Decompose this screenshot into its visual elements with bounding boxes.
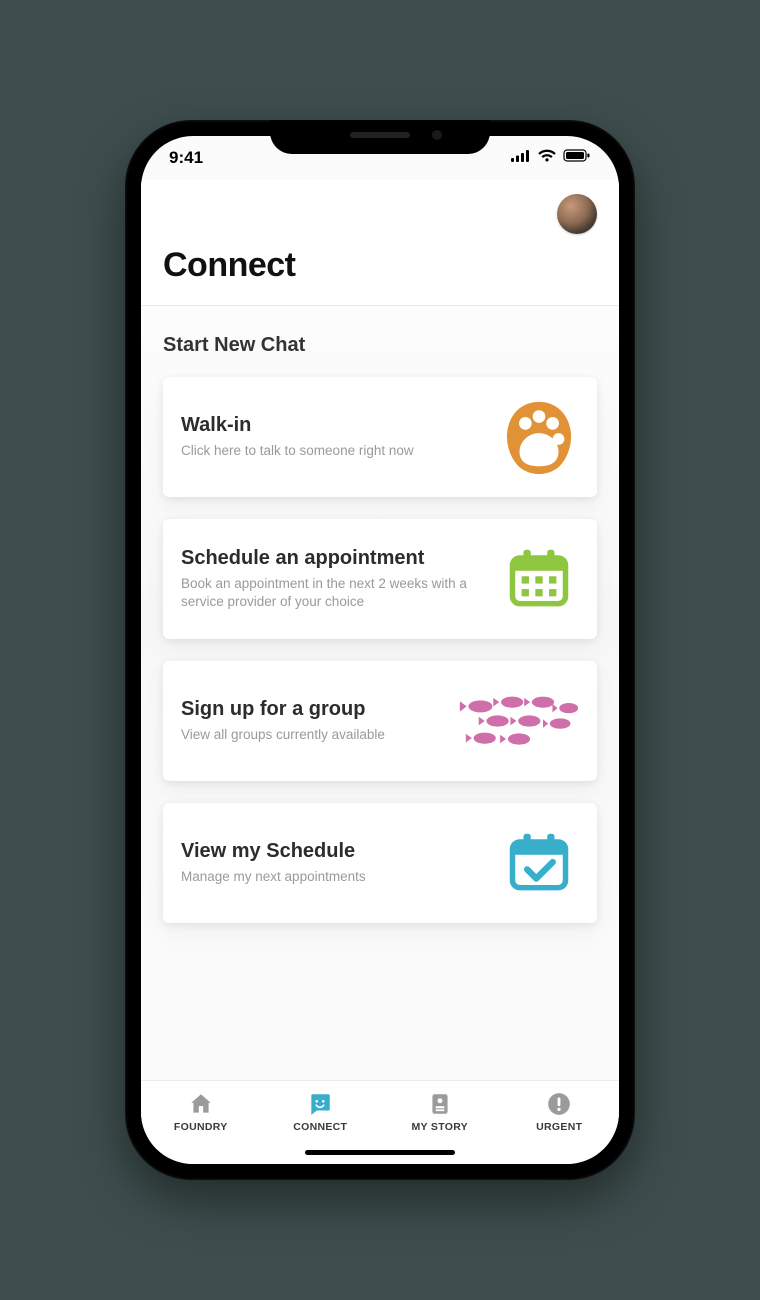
tab-label: FOUNDRY [174, 1121, 228, 1133]
tab-urgent[interactable]: URGENT [500, 1081, 620, 1164]
card-subtitle: View all groups currently available [181, 726, 445, 744]
card-subtitle: Manage my next appointments [181, 868, 485, 886]
battery-icon [563, 148, 591, 168]
card-schedule-appointment[interactable]: Schedule an appointment Book an appointm… [163, 519, 597, 639]
card-walk-in[interactable]: Walk-in Click here to talk to someone ri… [163, 377, 597, 497]
screen: 9:41 Connect Start New Chat [141, 136, 619, 1164]
home-indicator [305, 1150, 455, 1155]
tab-label: MY STORY [412, 1121, 468, 1133]
tab-label: CONNECT [293, 1121, 347, 1133]
paw-icon [499, 397, 579, 477]
card-sign-up-group[interactable]: Sign up for a group View all groups curr… [163, 661, 597, 781]
profile-card-icon [427, 1091, 453, 1117]
alert-icon [546, 1091, 572, 1117]
wifi-icon [537, 148, 557, 168]
calendar-icon [499, 539, 579, 619]
fish-group-icon [459, 681, 579, 761]
card-title: View my Schedule [181, 840, 485, 863]
status-right [511, 148, 591, 168]
card-title: Sign up for a group [181, 698, 445, 721]
card-title: Walk-in [181, 414, 485, 437]
page-title: Connect [163, 246, 597, 285]
card-subtitle: Book an appointment in the next 2 weeks … [181, 575, 485, 611]
section-title: Start New Chat [163, 334, 597, 357]
status-time: 9:41 [169, 148, 203, 168]
phone-frame: 9:41 Connect Start New Chat [125, 120, 635, 1180]
page-header: Connect [141, 180, 619, 306]
card-text: Schedule an appointment Book an appointm… [181, 547, 485, 611]
cellular-icon [511, 148, 531, 168]
content: Start New Chat Walk-in Click here to tal… [141, 306, 619, 1080]
card-title: Schedule an appointment [181, 547, 485, 570]
tab-foundry[interactable]: FOUNDRY [141, 1081, 261, 1164]
card-text: View my Schedule Manage my next appointm… [181, 840, 485, 886]
calendar-check-icon [499, 823, 579, 903]
card-text: Sign up for a group View all groups curr… [181, 698, 445, 744]
avatar-row [163, 194, 597, 234]
phone-notch [270, 120, 490, 154]
card-view-schedule[interactable]: View my Schedule Manage my next appointm… [163, 803, 597, 923]
home-icon [188, 1091, 214, 1117]
avatar[interactable] [557, 194, 597, 234]
card-text: Walk-in Click here to talk to someone ri… [181, 414, 485, 460]
tab-label: URGENT [536, 1121, 582, 1133]
card-subtitle: Click here to talk to someone right now [181, 442, 485, 460]
chat-smile-icon [307, 1091, 333, 1117]
